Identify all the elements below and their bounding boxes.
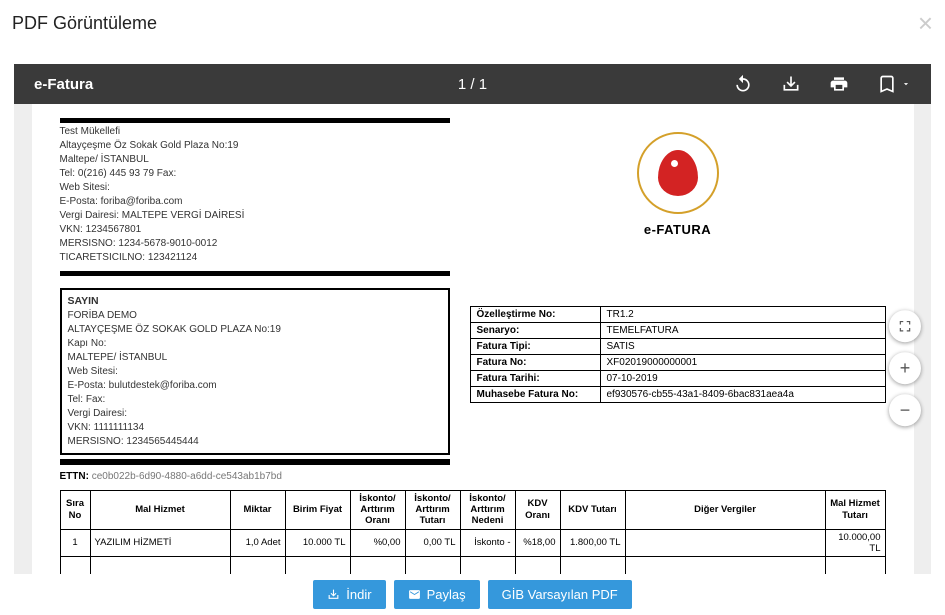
recipient-city: MALTEPE/ İSTANBUL (68, 351, 442, 365)
cell: 1 (60, 529, 90, 556)
cell (625, 529, 825, 556)
table-row (60, 556, 885, 574)
col-sira: Sıra No (60, 490, 90, 529)
col-iao: İskonto/ Arttırım Oranı (350, 490, 405, 529)
sender-email: E-Posta: foriba@foriba.com (60, 195, 450, 209)
meta-label: Muhasebe Fatura No: (470, 387, 600, 403)
sender-name: Test Mükellefi (60, 125, 450, 139)
zoom-controls: + − (889, 310, 921, 426)
sender-web: Web Sitesi: (60, 181, 450, 195)
sender-ticaret: TICARETSICILNO: 123421124 (60, 251, 450, 265)
gib-default-pdf-button[interactable]: GİB Varsayılan PDF (488, 580, 632, 609)
download-icon (327, 588, 340, 601)
recipient-address: ALTAYÇEŞME ÖZ SOKAK GOLD PLAZA No:19 (68, 323, 442, 337)
sender-tel: Tel: 0(216) 445 93 79 Fax: (60, 167, 450, 181)
sender-city: Maltepe/ İSTANBUL (60, 153, 450, 167)
chevron-down-icon[interactable] (901, 79, 911, 89)
button-label: Paylaş (427, 587, 466, 602)
ettn-line: ETTN: ce0b022b-6d90-4880-a6dd-ce543ab1b7… (60, 471, 450, 482)
cell: 10.000,00 TL (825, 529, 885, 556)
pdf-page: Test Mükellefi Altayçeşme Öz Sokak Gold … (32, 104, 914, 586)
zoom-out-button[interactable]: − (889, 394, 921, 426)
cell: YAZILIM HİZMETİ (90, 529, 230, 556)
meta-value: ef930576-cb55-43a1-8409-6bac831aea4a (600, 387, 885, 403)
recipient-email: E-Posta: bulutdestek@foriba.com (68, 379, 442, 393)
cell: 10.000 TL (285, 529, 350, 556)
sender-mersis: MERSISNO: 1234-5678-9010-0012 (60, 237, 450, 251)
cell: %18,00 (515, 529, 560, 556)
sender-info: Test Mükellefi Altayçeşme Öz Sokak Gold … (60, 118, 450, 276)
fit-page-button[interactable] (889, 310, 921, 342)
col-mht: Mal Hizmet Tutarı (825, 490, 885, 529)
mail-icon (408, 588, 421, 601)
action-bar: İndir Paylaş GİB Varsayılan PDF (0, 574, 945, 615)
cell: 0,00 TL (405, 529, 460, 556)
col-kdvt: KDV Tutarı (560, 490, 625, 529)
table-header-row: Sıra No Mal Hizmet Miktar Birim Fiyat İs… (60, 490, 885, 529)
print-icon[interactable] (829, 74, 849, 94)
download-icon[interactable] (781, 74, 801, 94)
page-indicator: 1 / 1 (458, 76, 487, 93)
table-row: 1 YAZILIM HİZMETİ 1,0 Adet 10.000 TL %0,… (60, 529, 885, 556)
meta-label: Özelleştirme No: (470, 307, 600, 323)
recipient-salutation: SAYIN (68, 294, 442, 309)
items-table: Sıra No Mal Hizmet Miktar Birim Fiyat İs… (60, 490, 886, 586)
invoice-meta-table: Özelleştirme No:TR1.2 Senaryo:TEMELFATUR… (470, 306, 886, 403)
sender-tax-office: Vergi Dairesi: MALTEPE VERGİ DAİRESİ (60, 209, 450, 223)
recipient-info: SAYIN FORİBA DEMO ALTAYÇEŞME ÖZ SOKAK GO… (60, 288, 450, 455)
share-button[interactable]: Paylaş (394, 580, 480, 609)
document-type-title: e-FATURA (470, 222, 886, 237)
recipient-vkn: VKN: 1111111134 (68, 421, 442, 435)
meta-label: Senaryo: (470, 323, 600, 339)
recipient-tax-office: Vergi Dairesi: (68, 407, 442, 421)
recipient-name: FORİBA DEMO (68, 309, 442, 323)
meta-label: Fatura Tarihi: (470, 371, 600, 387)
download-button[interactable]: İndir (313, 580, 385, 609)
pdf-viewer: e-Fatura 1 / 1 Test Mükellefi Altayçeşme… (14, 64, 931, 586)
meta-label: Fatura No: (470, 355, 600, 371)
col-dv: Diğer Vergiler (625, 490, 825, 529)
col-miktar: Miktar (230, 490, 285, 529)
recipient-mersis: MERSISNO: 1234565445444 (68, 435, 442, 449)
col-mal: Mal Hizmet (90, 490, 230, 529)
ettn-value: ce0b022b-6d90-4880-a6dd-ce543ab1b7bd (92, 471, 282, 482)
pdf-document-title: e-Fatura (34, 76, 93, 93)
zoom-in-button[interactable]: + (889, 352, 921, 384)
pdf-toolbar: e-Fatura 1 / 1 (14, 64, 931, 104)
meta-value: 07-10-2019 (600, 371, 885, 387)
logo-icon (637, 132, 719, 214)
cell: %0,00 (350, 529, 405, 556)
ettn-label: ETTN: (60, 471, 92, 482)
col-ian: İskonto/ Arttırım Nedeni (460, 490, 515, 529)
sender-vkn: VKN: 1234567801 (60, 223, 450, 237)
col-iat: İskonto/ Arttırım Tutarı (405, 490, 460, 529)
pdf-content: Test Mükellefi Altayçeşme Öz Sokak Gold … (14, 104, 931, 586)
button-label: İndir (346, 587, 371, 602)
cell: 1.800,00 TL (560, 529, 625, 556)
col-bf: Birim Fiyat (285, 490, 350, 529)
cell: 1,0 Adet (230, 529, 285, 556)
recipient-web: Web Sitesi: (68, 365, 442, 379)
recipient-tel: Tel: Fax: (68, 393, 442, 407)
logo-block: e-FATURA (470, 132, 886, 276)
button-label: GİB Varsayılan PDF (502, 587, 618, 602)
rotate-icon[interactable] (733, 74, 753, 94)
sender-address: Altayçeşme Öz Sokak Gold Plaza No:19 (60, 139, 450, 153)
bookmark-icon[interactable] (877, 74, 897, 94)
meta-label: Fatura Tipi: (470, 339, 600, 355)
close-button[interactable]: × (918, 10, 933, 36)
cell: İskonto - (460, 529, 515, 556)
meta-value: SATIS (600, 339, 885, 355)
meta-value: XF02019000000001 (600, 355, 885, 371)
col-kdvo: KDV Oranı (515, 490, 560, 529)
meta-value: TR1.2 (600, 307, 885, 323)
meta-value: TEMELFATURA (600, 323, 885, 339)
recipient-door: Kapı No: (68, 337, 442, 351)
modal-title: PDF Görüntüleme (12, 13, 157, 34)
